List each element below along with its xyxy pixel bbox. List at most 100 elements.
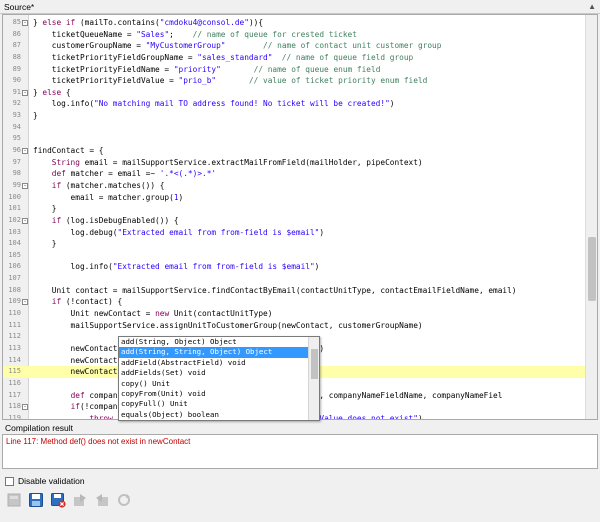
code-text: } else {: [33, 87, 71, 97]
code-text: }: [33, 111, 38, 121]
code-line[interactable]: 86 ticketQueueName = "Sales"; // name of…: [3, 29, 585, 41]
code-line[interactable]: 104 }: [3, 238, 585, 250]
export-button[interactable]: [70, 490, 90, 510]
code-line[interactable]: 90 ticketPriorityFieldValue = "prio_b" /…: [3, 75, 585, 87]
line-number: 105: [8, 250, 21, 259]
autocomplete-item[interactable]: equals(Object) boolean: [119, 410, 319, 420]
line-number: 111: [8, 320, 21, 329]
line-number: 104: [8, 239, 21, 248]
fold-toggle-icon[interactable]: -: [22, 89, 28, 96]
fold-toggle-icon[interactable]: -: [22, 299, 28, 306]
script-editor-window: Source* ▲ 85-} else if (mailTo.contains(…: [0, 0, 600, 522]
line-number: 90: [12, 76, 21, 85]
line-number: 92: [12, 99, 21, 108]
collapse-icon[interactable]: ▲: [588, 2, 596, 11]
line-number: 109: [8, 297, 21, 306]
editor-scroll-thumb[interactable]: [588, 237, 596, 301]
code-line[interactable]: 108 Unit contact = mailSupportService.fi…: [3, 285, 585, 297]
code-text: if (matcher.matches()) {: [51, 180, 165, 190]
autocomplete-item[interactable]: copyFull() Unit: [119, 399, 319, 409]
line-number: 103: [8, 227, 21, 236]
fold-toggle-icon[interactable]: -: [22, 217, 28, 224]
code-text: log.info("No matching mail TO address fo…: [33, 99, 395, 109]
line-number: 98: [12, 169, 21, 178]
disable-validation-checkbox[interactable]: [5, 476, 14, 486]
fold-toggle-icon[interactable]: -: [22, 20, 28, 26]
code-line[interactable]: 89 ticketPriorityFieldName = "priority" …: [3, 64, 585, 76]
fold-toggle-icon[interactable]: -: [22, 148, 28, 155]
line-number: 91: [12, 87, 21, 96]
code-line[interactable]: 88 ticketPriorityFieldGroupName = "sales…: [3, 52, 585, 64]
code-line[interactable]: 102- if (log.isDebugEnabled()) {: [3, 215, 585, 227]
code-text: customerGroupName = "MyCustomerGroup" //…: [33, 41, 442, 51]
autocomplete-scrollbar[interactable]: [308, 337, 319, 420]
code-line[interactable]: 92 log.info("No matching mail TO address…: [3, 98, 585, 110]
autocomplete-popup[interactable]: add(String, Object) Object add(String, St…: [118, 336, 320, 421]
line-number: 112: [8, 332, 21, 341]
bottom-toolbar: [4, 490, 134, 510]
code-line[interactable]: 85-} else if (mailTo.contains("cmdoku4@c…: [3, 17, 585, 29]
autocomplete-item[interactable]: add(String, String, Object) Object: [119, 347, 319, 358]
autocomplete-item[interactable]: add(String, Object) Object: [119, 337, 319, 347]
add-node-button[interactable]: [4, 490, 24, 510]
code-text: if(!company: [70, 402, 123, 412]
code-line[interactable]: 109- if (!contact) {: [3, 296, 585, 308]
refresh-button[interactable]: [114, 490, 134, 510]
save-close-button[interactable]: [48, 490, 68, 510]
code-line[interactable]: 96- findContact = {: [3, 145, 585, 157]
compilation-result-panel: Line 117: Method def() does not exist in…: [2, 434, 598, 469]
code-line[interactable]: 111 mailSupportService.assignUnitToCusto…: [3, 320, 585, 332]
autocomplete-item[interactable]: addField(AbstractField) void: [119, 358, 319, 368]
line-number: 85: [12, 18, 21, 26]
save-button[interactable]: [26, 490, 46, 510]
line-number: 116: [8, 378, 21, 387]
code-text: ticketPriorityFieldName = "priority" // …: [33, 64, 381, 74]
autocomplete-item[interactable]: copyFrom(Unit) void: [119, 389, 319, 399]
line-number: 89: [12, 64, 21, 73]
code-line[interactable]: 97 String email = mailSupportService.ext…: [3, 157, 585, 169]
code-text: } else if (mailTo.contains("cmdoku4@cons…: [33, 18, 264, 27]
code-line[interactable]: 98 def matcher = email =~ '.*<(.*)>.*': [3, 168, 585, 180]
line-number: 94: [12, 122, 21, 131]
line-number: 107: [8, 274, 21, 283]
code-line[interactable]: 105: [3, 250, 585, 262]
code-line[interactable]: 101 }: [3, 203, 585, 215]
import-button[interactable]: [92, 490, 112, 510]
code-line[interactable]: 95: [3, 133, 585, 145]
code-text: log.debug("Extracted email from from-fie…: [33, 227, 325, 237]
code-line[interactable]: 103 log.debug("Extracted email from from…: [3, 227, 585, 239]
code-line[interactable]: 99- if (matcher.matches()) {: [3, 180, 585, 192]
line-number: 95: [12, 134, 21, 143]
fold-toggle-icon[interactable]: -: [22, 182, 28, 189]
fold-toggle-icon[interactable]: -: [22, 404, 28, 411]
line-number: 113: [8, 343, 21, 352]
line-number: 87: [12, 41, 21, 50]
code-line[interactable]: 107: [3, 273, 585, 285]
code-line[interactable]: 110 Unit newContact = new Unit(contactUn…: [3, 308, 585, 320]
autocomplete-item[interactable]: addFields(Set) void: [119, 368, 319, 378]
code-text: findContact = {: [33, 146, 104, 156]
autocomplete-scroll-thumb[interactable]: [311, 349, 318, 379]
disable-validation-option[interactable]: Disable validation: [5, 475, 85, 487]
line-number: 115: [8, 367, 21, 376]
code-line[interactable]: 106 log.info("Extracted email from from-…: [3, 261, 585, 273]
line-number: 88: [12, 52, 21, 61]
code-line[interactable]: 100 email = matcher.group(1): [3, 192, 585, 204]
line-number: 118: [8, 402, 21, 411]
code-text: mailSupportService.assignUnitToCustomerG…: [33, 320, 423, 330]
compilation-error-message: Line 117: Method def() does not exist in…: [6, 437, 191, 446]
line-number: 100: [8, 192, 21, 201]
code-line[interactable]: 87 customerGroupName = "MyCustomerGroup"…: [3, 40, 585, 52]
code-line[interactable]: 94: [3, 122, 585, 134]
code-text: Unit contact = mailSupportService.findCo…: [33, 285, 517, 295]
code-line[interactable]: 91-} else {: [3, 87, 585, 99]
code-text: newContact.: [33, 367, 123, 377]
code-text: if (log.isDebugEnabled()) {: [51, 215, 179, 225]
editor-vertical-scrollbar[interactable]: [585, 15, 597, 419]
autocomplete-item[interactable]: copy() Unit: [119, 379, 319, 389]
code-line[interactable]: 93}: [3, 110, 585, 122]
disable-validation-label: Disable validation: [18, 476, 85, 486]
save-close-icon: [51, 493, 66, 508]
line-number: 99: [12, 180, 21, 189]
line-number: 86: [12, 29, 21, 38]
